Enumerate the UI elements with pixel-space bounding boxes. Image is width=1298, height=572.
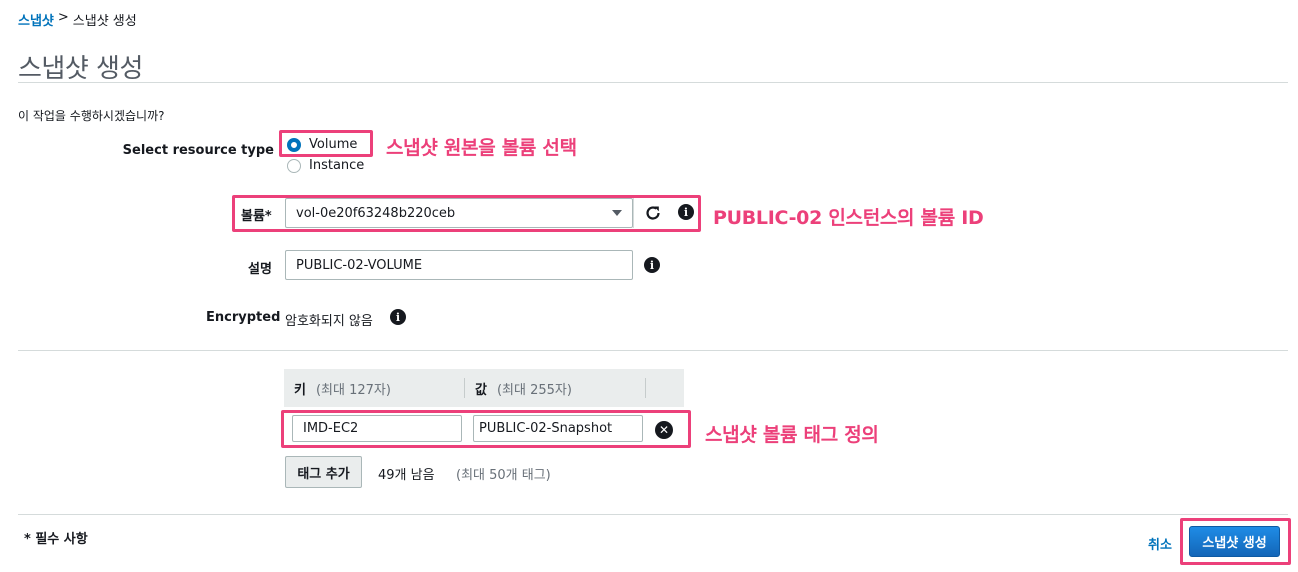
- dropdown-caret-icon: [612, 210, 622, 216]
- tags-max-hint: (최대 50개 태그): [456, 468, 551, 483]
- description-label: 설명: [248, 262, 272, 277]
- annotation-volume-id: PUBLIC-02 인스턴스의 볼륨 ID: [713, 207, 984, 229]
- breadcrumb: 스냅샷 > 스냅샷 생성: [18, 10, 137, 29]
- encrypted-label: Encrypted: [206, 310, 281, 325]
- description-input[interactable]: PUBLIC-02-VOLUME: [285, 250, 633, 280]
- add-tag-button[interactable]: 태그 추가: [285, 456, 362, 488]
- volume-select[interactable]: vol-0e20f63248b220ceb: [285, 198, 633, 228]
- tag-key-hint: (최대 127자): [315, 382, 391, 398]
- encrypted-value: 암호화되지 않음: [285, 314, 373, 329]
- select-separator: [633, 198, 634, 228]
- refresh-icon[interactable]: [643, 203, 663, 223]
- section-divider: [18, 350, 1288, 351]
- radio-instance[interactable]: Instance: [287, 158, 364, 173]
- breadcrumb-current: 스냅샷 생성: [72, 14, 137, 29]
- breadcrumb-link-snapshots[interactable]: 스냅샷: [18, 10, 54, 29]
- title-divider: [18, 82, 1288, 83]
- header-separator-2: [645, 378, 646, 398]
- volume-info-icon[interactable]: i: [678, 204, 694, 220]
- encrypted-info-icon[interactable]: i: [390, 309, 406, 325]
- required-note: * 필수 사항: [24, 532, 88, 547]
- confirm-question: 이 작업을 수행하시겠습니까?: [18, 109, 165, 123]
- annotation-tag-def: 스냅샷 볼륨 태그 정의: [705, 424, 879, 446]
- page-title: 스냅샷 생성: [18, 54, 143, 84]
- radio-volume-control[interactable]: [287, 137, 301, 152]
- volume-label: 볼륨*: [241, 209, 272, 224]
- volume-select-value: vol-0e20f63248b220ceb: [296, 205, 456, 221]
- description-info-icon[interactable]: i: [644, 257, 660, 273]
- breadcrumb-separator: >: [57, 10, 69, 25]
- tag-value-hint: (최대 255자): [496, 382, 572, 398]
- tags-header: 키 (최대 127자) 값 (최대 255자): [284, 369, 684, 407]
- tag-key-input[interactable]: IMD-EC2: [292, 415, 462, 442]
- remove-tag-icon[interactable]: ✕: [655, 421, 673, 439]
- resource-type-label: Select resource type: [122, 143, 274, 158]
- radio-instance-label: Instance: [309, 158, 365, 173]
- annotation-volume-choice: 스냅샷 원본을 볼륨 선택: [386, 137, 577, 159]
- radio-volume[interactable]: Volume: [287, 137, 357, 152]
- radio-instance-control[interactable]: [287, 158, 301, 173]
- create-snapshot-button[interactable]: 스냅샷 생성: [1189, 526, 1280, 557]
- footer-divider: [18, 514, 1288, 515]
- cancel-link[interactable]: 취소: [1148, 534, 1172, 553]
- tags-remaining: 49개 남음: [378, 468, 435, 483]
- tag-value-input[interactable]: PUBLIC-02-Snapshot: [473, 415, 643, 442]
- tag-value-header: 값: [475, 382, 487, 398]
- radio-volume-label: Volume: [309, 137, 358, 152]
- tag-key-header: 키: [294, 382, 306, 398]
